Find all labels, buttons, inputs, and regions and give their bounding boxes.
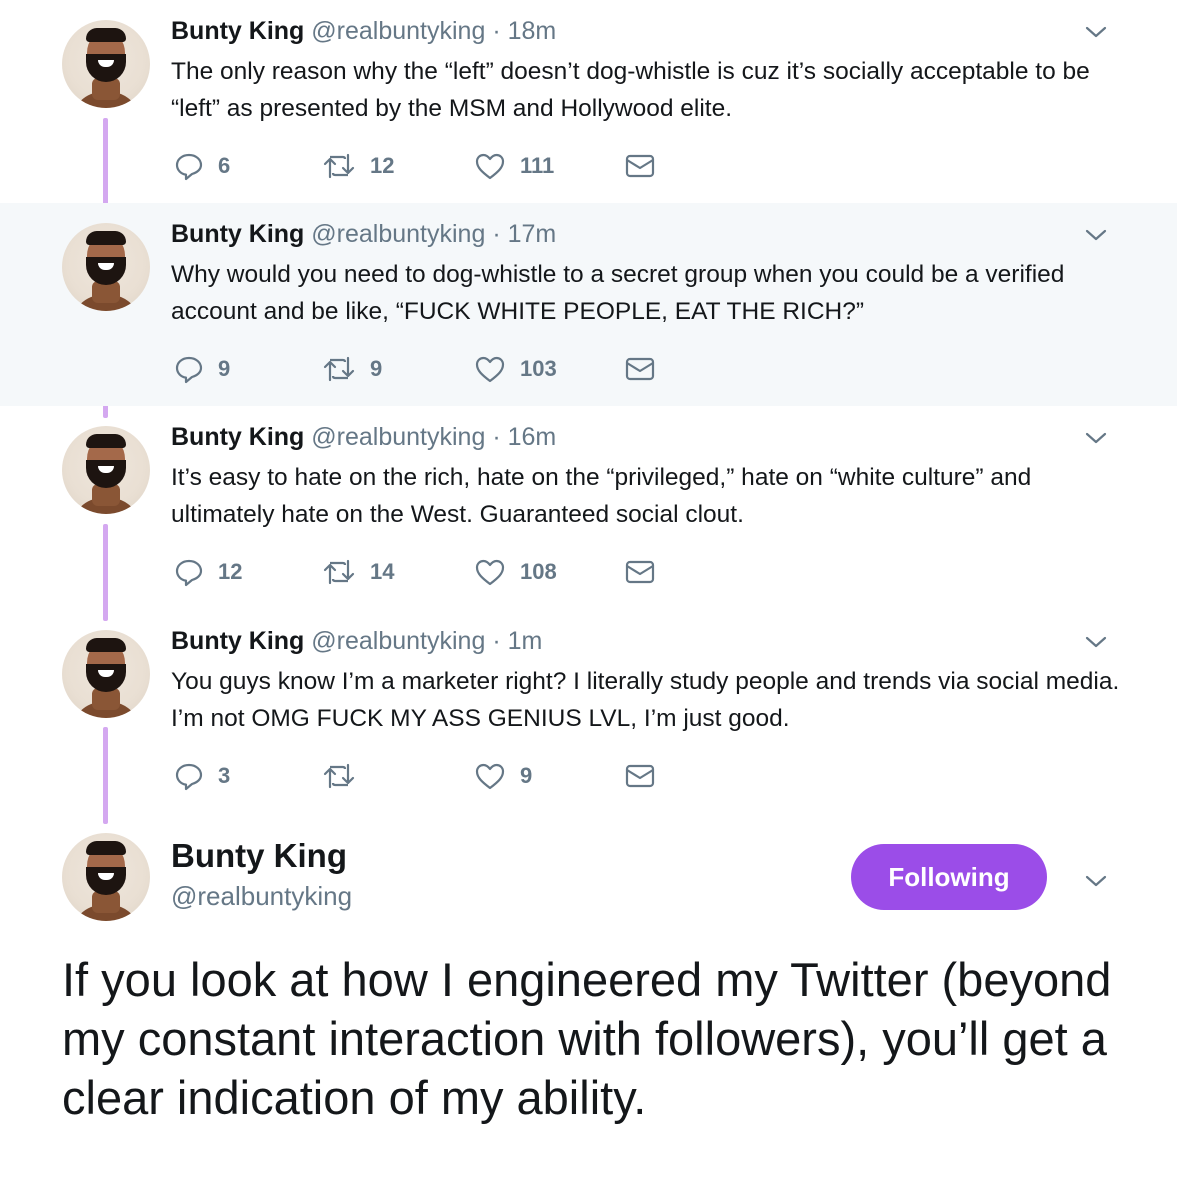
chevron-down-icon[interactable] [1085,24,1107,40]
like-count: 108 [520,559,557,584]
retweet-icon [323,356,355,382]
direct-message-icon [625,764,655,788]
author-name[interactable]: Bunty King [171,627,304,655]
like-count: 9 [520,763,533,788]
direct-message-icon [625,357,655,381]
like-icon [475,763,505,790]
direct-message-icon [625,560,655,584]
like-button[interactable]: 9 [474,758,532,794]
author-name[interactable]: Bunty King [171,17,304,45]
tweet-text: You guys know I’m a marketer right? I li… [171,668,1120,732]
like-button[interactable]: 111 [474,148,554,184]
chevron-down-icon[interactable] [1085,227,1107,243]
retweet-count: 12 [370,153,395,178]
retweet-button[interactable] [322,758,370,794]
tweet-header: Bunty King @realbuntyking · 1m [171,627,542,656]
tweet-actions: 6 12 111 [174,148,694,184]
tweet-text: Why would you need to dog-whistle to a s… [171,261,1065,325]
avatar[interactable] [62,223,150,311]
author-handle[interactable]: @realbuntyking [311,17,485,45]
timestamp[interactable]: 1m [508,627,543,655]
retweet-button[interactable]: 9 [322,351,382,387]
following-button[interactable]: Following [851,844,1047,910]
tweet-actions: 3 9 [174,758,694,794]
reply-button[interactable]: 9 [174,351,230,387]
focused-tweet-header: Bunty King @realbuntyking Following [0,825,1177,935]
retweet-icon [323,763,355,789]
reply-button[interactable]: 6 [174,148,230,184]
tweet-header: Bunty King @realbuntyking · 16m [171,423,556,452]
author-handle[interactable]: @realbuntyking [311,627,485,655]
reply-icon [175,763,203,791]
direct-message-button[interactable] [624,758,656,794]
author-handle[interactable]: @realbuntyking [311,423,485,451]
like-count: 103 [520,356,557,381]
retweet-icon [323,559,355,585]
chevron-down-icon[interactable] [1085,873,1107,889]
tweet[interactable]: Bunty King @realbuntyking · 16m It’s eas… [0,406,1177,609]
chevron-down-icon[interactable] [1085,430,1107,446]
direct-message-button[interactable] [624,351,656,387]
reply-count: 3 [218,763,231,788]
timestamp[interactable]: 16m [508,423,557,451]
tweet[interactable]: Bunty King @realbuntyking · 17m Why woul… [0,203,1177,406]
tweet-header: Bunty King @realbuntyking · 18m [171,17,556,46]
like-icon [475,356,505,383]
reply-button[interactable]: 3 [174,758,230,794]
author-handle[interactable]: @realbuntyking [311,220,485,248]
retweet-count: 14 [370,559,395,584]
chevron-down-icon[interactable] [1085,634,1107,650]
focused-tweet-text: If you look at how I engineered my Twitt… [62,953,1112,1124]
tweet-text: It’s easy to hate on the rich, hate on t… [171,464,1032,528]
retweet-button[interactable]: 12 [322,148,394,184]
separator-dot: · [492,220,501,248]
avatar[interactable] [62,20,150,108]
author-name[interactable]: Bunty King [171,423,304,451]
direct-message-button[interactable] [624,554,656,590]
direct-message-icon [625,154,655,178]
like-icon [475,559,505,586]
like-button[interactable]: 103 [474,351,557,387]
like-button[interactable]: 108 [474,554,557,590]
separator-dot: · [492,423,501,451]
timestamp[interactable]: 18m [508,17,557,45]
author-name[interactable]: Bunty King [171,220,304,248]
tweet[interactable]: Bunty King @realbuntyking · 18m The only… [0,0,1177,203]
timestamp[interactable]: 17m [508,220,557,248]
reply-button[interactable]: 12 [174,554,242,590]
reply-icon [175,356,203,384]
like-count: 111 [520,153,555,178]
reply-icon [175,559,203,587]
tweet-header: Bunty King @realbuntyking · 17m [171,220,556,249]
tweet-actions: 12 14 108 [174,554,694,590]
direct-message-button[interactable] [624,148,656,184]
like-icon [475,153,505,180]
avatar[interactable] [62,630,150,718]
reply-count: 6 [218,153,231,178]
reply-count: 12 [218,559,243,584]
author-handle[interactable]: @realbuntyking [171,881,352,912]
avatar[interactable] [62,833,150,921]
tweet-actions: 9 9 103 [174,351,694,387]
author-name[interactable]: Bunty King [171,837,347,875]
retweet-icon [323,153,355,179]
tweet-text: The only reason why the “left” doesn’t d… [171,58,1090,122]
separator-dot: · [492,627,501,655]
separator-dot: · [492,17,501,45]
avatar[interactable] [62,426,150,514]
reply-icon [175,153,203,181]
retweet-count: 9 [370,356,383,381]
retweet-button[interactable]: 14 [322,554,394,590]
tweet[interactable]: Bunty King @realbuntyking · 1m You guys … [0,610,1177,813]
reply-count: 9 [218,356,231,381]
